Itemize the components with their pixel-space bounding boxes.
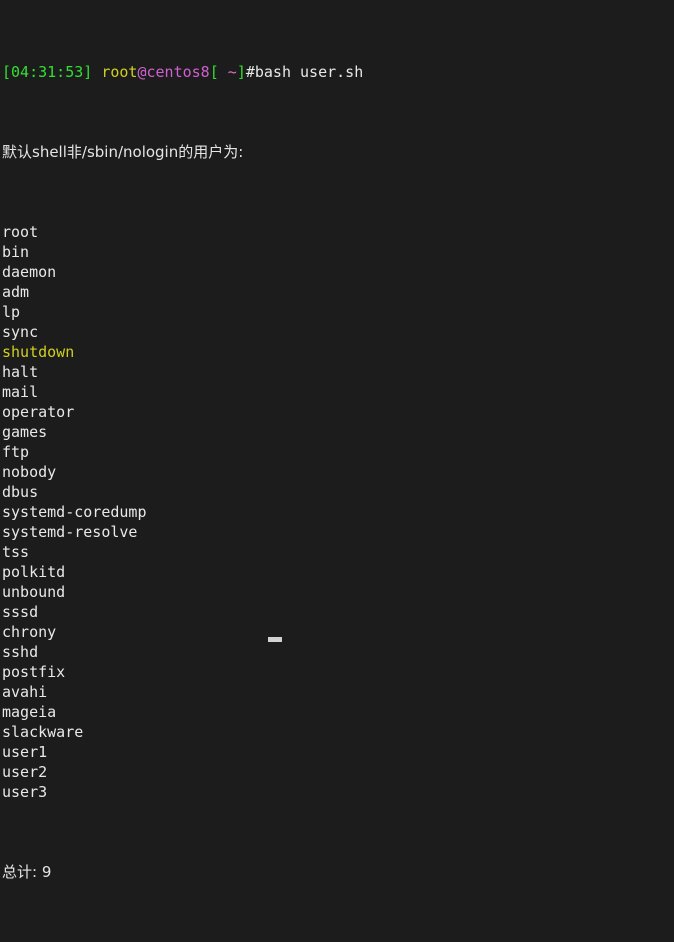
user-list-item: ftp	[2, 443, 30, 461]
user-list-item: polkitd	[2, 563, 66, 581]
user-list-item: user1	[2, 743, 48, 761]
user-list-item: slackware	[2, 723, 84, 741]
user-list-item: nobody	[2, 463, 57, 481]
user-list-item: tss	[2, 543, 30, 561]
user-list-item: sync	[2, 323, 39, 341]
user-list-item: root	[2, 223, 39, 241]
user-list-item: sshd	[2, 643, 39, 661]
user-list-item: user2	[2, 763, 48, 781]
user-list-item: systemd-resolve	[2, 523, 138, 541]
prompt-path: ~	[218, 63, 237, 81]
user-list-item: adm	[2, 283, 30, 301]
user-list-item: halt	[2, 363, 39, 381]
prompt-host: centos8	[146, 63, 210, 81]
output-header: 默认shell非/sbin/nologin的用户为:	[2, 143, 244, 161]
total-line: 总计: 9	[2, 863, 52, 881]
command-text: bash user.sh	[254, 63, 364, 81]
user-list-item: user3	[2, 783, 48, 801]
user-list-item: sssd	[2, 603, 39, 621]
user-list: root bin daemon adm lp sync shutdown halt mail op…	[2, 222, 674, 802]
user-list-item: lp	[2, 303, 21, 321]
user-list-item: dbus	[2, 483, 39, 501]
user-list-item: mageia	[2, 703, 57, 721]
terminal-window[interactable]: [04:31:53] root@centos8[ ~]#bash user.sh…	[0, 0, 674, 881]
prompt-time: 04:31:53	[11, 63, 84, 81]
prompt-time-bracket-close: ]	[83, 63, 93, 81]
prompt-at-symbol: @	[137, 63, 147, 81]
user-list-item: bin	[2, 243, 30, 261]
user-list-item: games	[2, 423, 48, 441]
user-list-item: avahi	[2, 683, 48, 701]
prompt-user: root	[101, 63, 138, 81]
user-list-item: chrony	[2, 623, 57, 641]
user-list-item: shutdown	[2, 343, 75, 361]
prompt-path-bracket-close: ]	[236, 63, 246, 81]
user-list-item: daemon	[2, 263, 57, 281]
user-list-item: operator	[2, 403, 75, 421]
prompt-line: [04:31:53] root@centos8[ ~]#bash user.sh	[2, 62, 674, 82]
user-list-item: postfix	[2, 663, 66, 681]
prompt-hash-symbol: #	[245, 63, 255, 81]
user-list-item: mail	[2, 383, 39, 401]
terminal-cursor	[268, 637, 282, 642]
prompt-path-bracket-open: [	[209, 63, 219, 81]
prompt-time-bracket-open: [	[2, 63, 12, 81]
user-list-item: unbound	[2, 583, 66, 601]
user-list-item: systemd-coredump	[2, 503, 147, 521]
